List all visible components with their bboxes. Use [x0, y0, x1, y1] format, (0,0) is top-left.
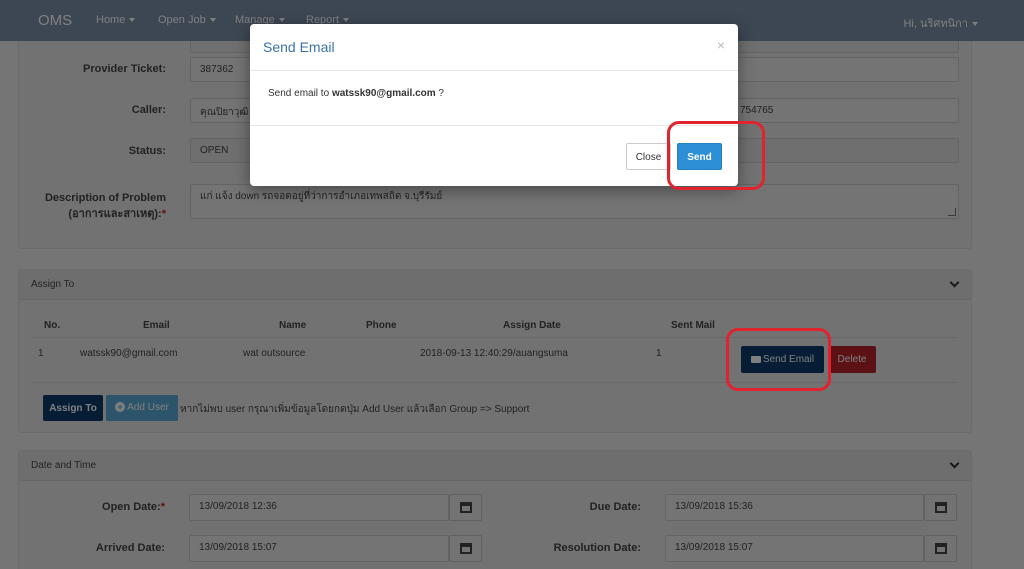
- modal-close-button[interactable]: Close: [626, 143, 671, 170]
- modal-body-suffix: ?: [435, 88, 444, 99]
- modal-body-prefix: Send email to: [268, 88, 332, 99]
- highlight-send-button: [667, 121, 765, 190]
- modal-body-email: watssk90@gmail.com: [331, 88, 436, 99]
- modal-footer-divider: [250, 125, 738, 126]
- highlight-send-email-button: [726, 328, 831, 391]
- close-icon[interactable]: ×: [717, 37, 725, 53]
- modal-body: Send email to watssk90@gmail.com ?: [268, 88, 444, 99]
- modal-header-divider: [250, 70, 738, 71]
- modal-title: Send Email: [263, 39, 335, 55]
- send-email-modal: Send Email × Send email to watssk90@gmai…: [250, 24, 738, 186]
